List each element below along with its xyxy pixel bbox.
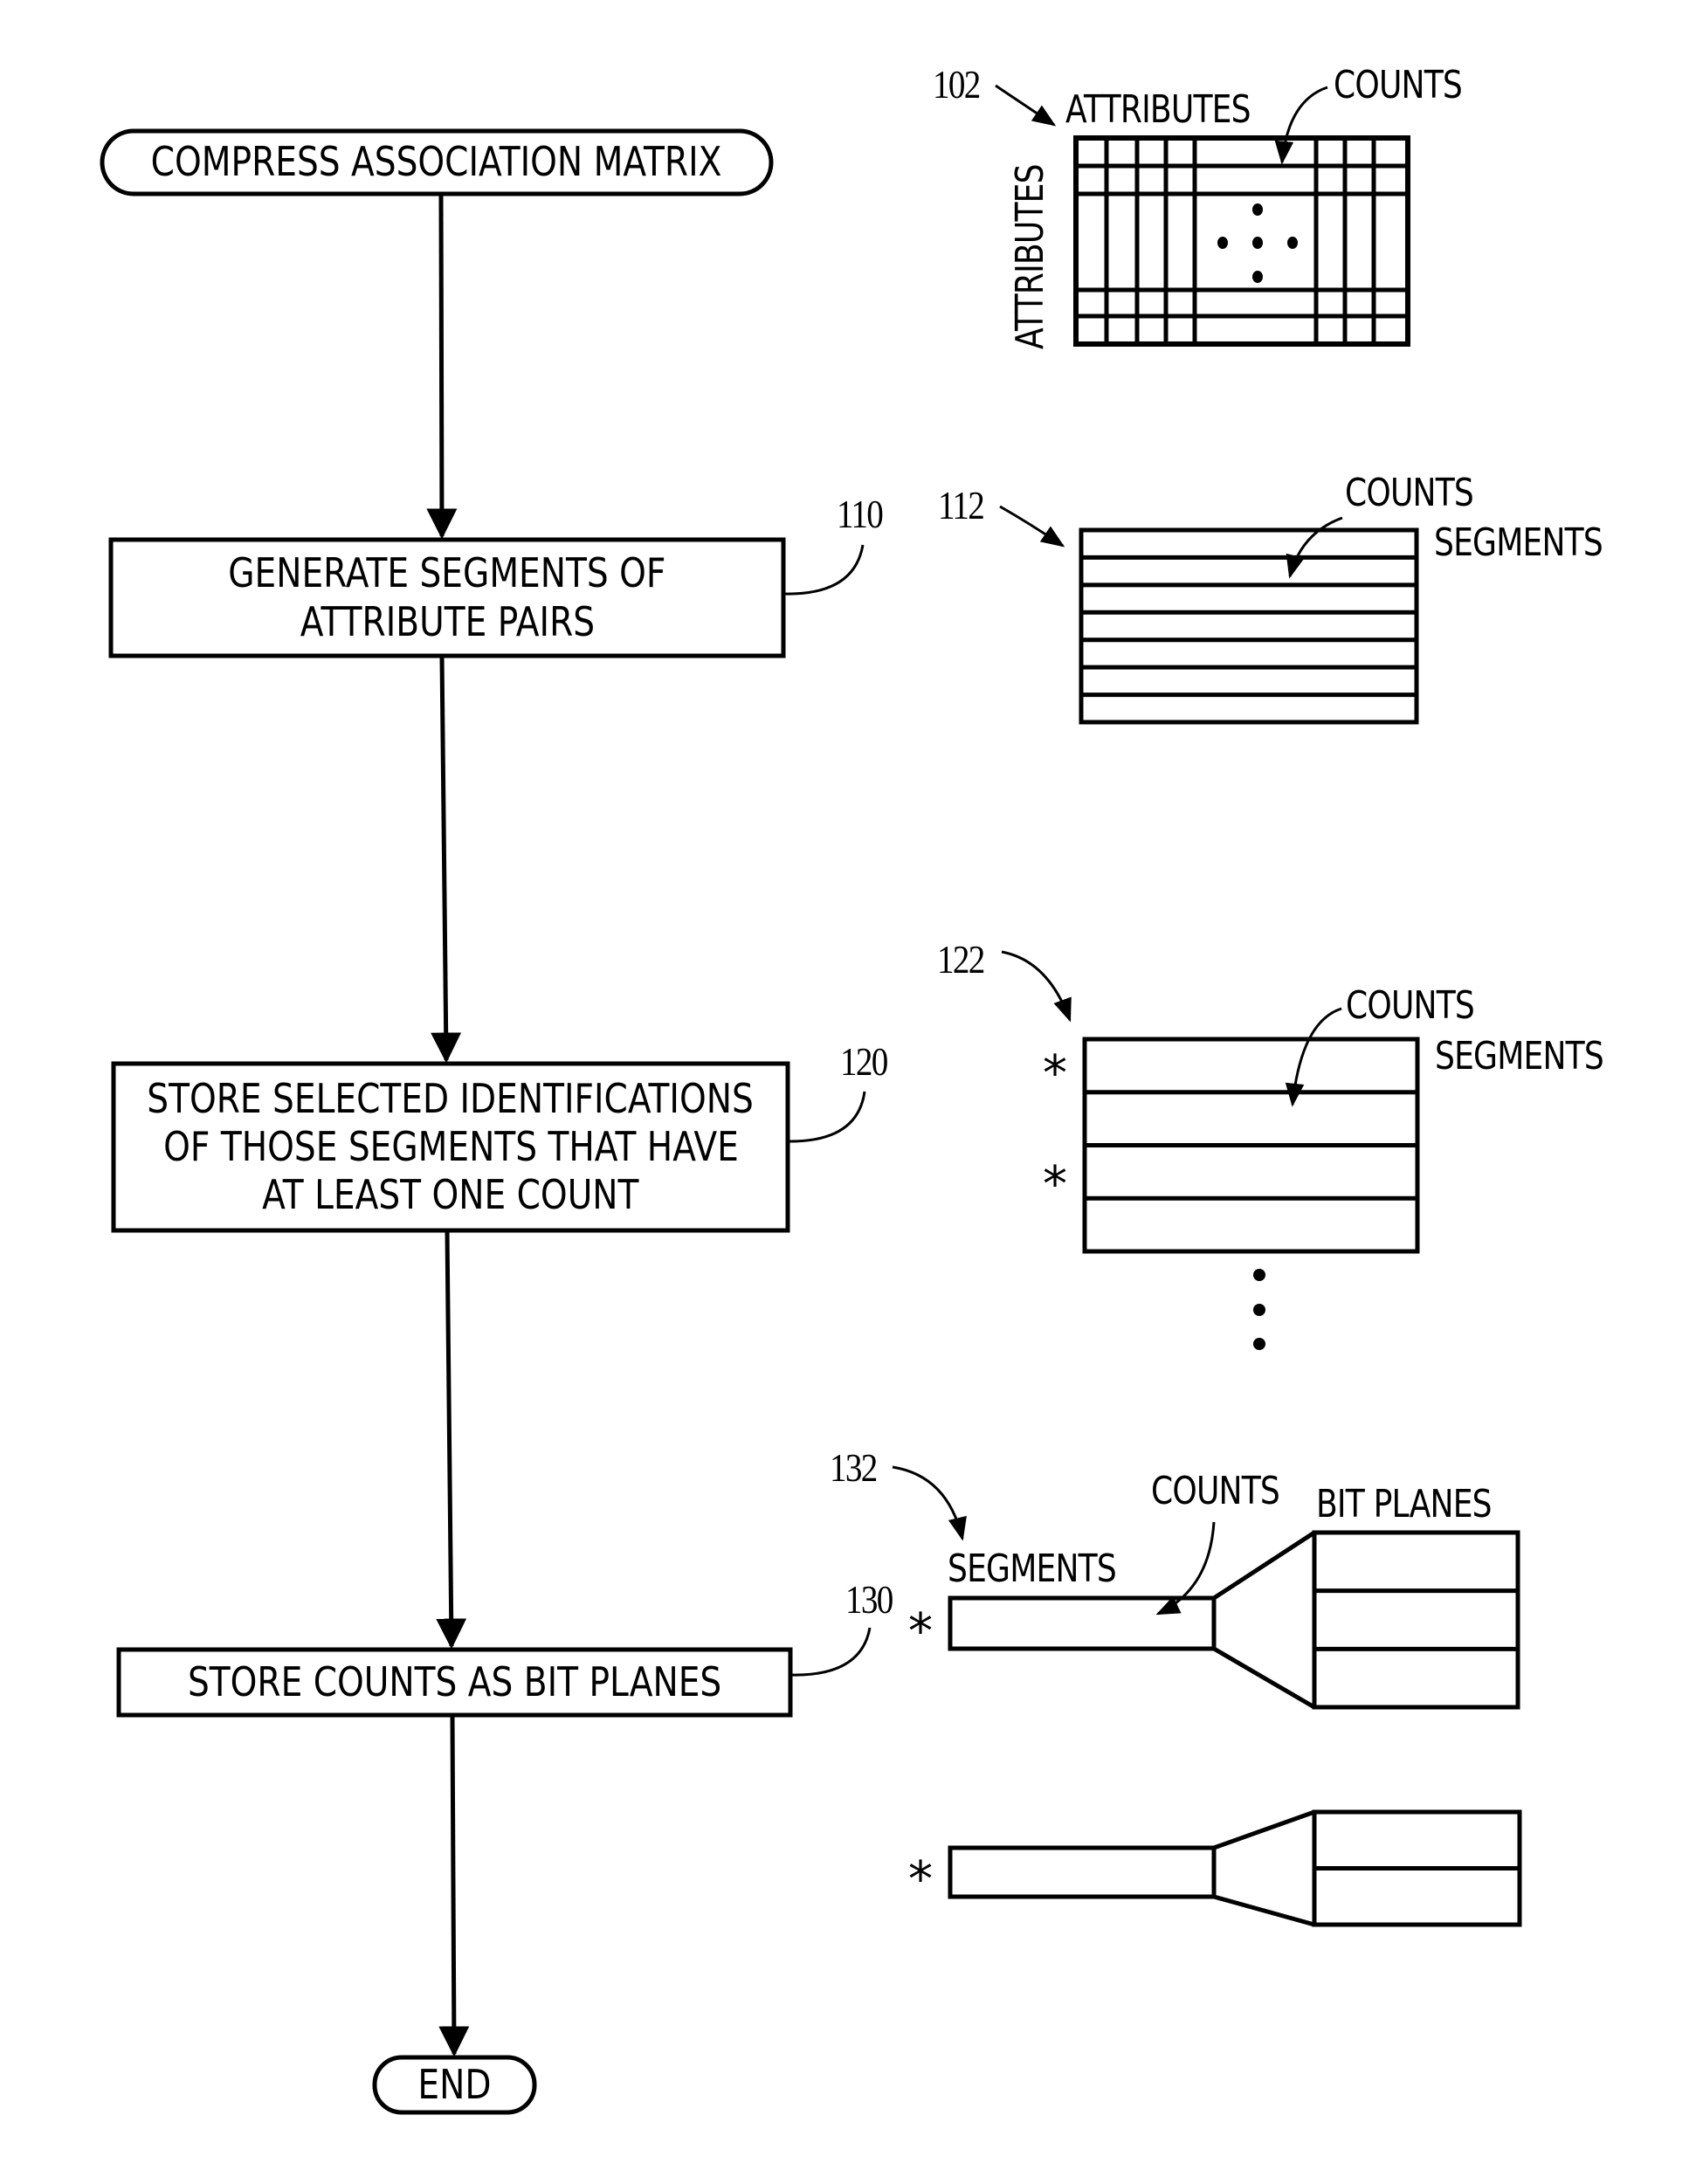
start-label: COMPRESS ASSOCIATION MATRIX xyxy=(151,138,722,186)
selected-segments-table-122 xyxy=(1082,1037,1420,1254)
pointer-102 xyxy=(995,84,1057,127)
segment-bar xyxy=(948,1845,1217,1899)
bit-planes-illustration-132 xyxy=(948,1530,1522,1927)
bit-plane-stack xyxy=(1312,1530,1520,1710)
segments-122-side-label: SEGMENTS xyxy=(1435,1034,1604,1078)
ellipsis-dot xyxy=(1253,1304,1265,1316)
leader-120 xyxy=(787,1091,866,1143)
pointer-132 xyxy=(892,1465,967,1541)
funnel-edge xyxy=(1212,1530,1316,1601)
ref-110: 110 xyxy=(837,492,884,536)
leader-110 xyxy=(783,544,865,596)
pointer-112 xyxy=(999,505,1065,548)
marker-asterisk: * xyxy=(1043,1045,1067,1102)
ref-120: 120 xyxy=(840,1039,888,1084)
segments-112-side-label: SEGMENTS xyxy=(1434,520,1603,565)
association-matrix xyxy=(1073,135,1410,347)
matrix-ellipsis-dot xyxy=(1217,237,1228,249)
ellipsis-dot xyxy=(1253,1338,1265,1350)
matrix-ellipsis-dot xyxy=(1287,237,1298,249)
matrix-ellipsis-dot xyxy=(1252,237,1263,249)
marker-asterisk: * xyxy=(908,1603,933,1660)
ref-112: 112 xyxy=(938,483,985,527)
end-label: END xyxy=(417,2060,492,2108)
bitplanes-counts-label: COUNTS xyxy=(1151,1469,1280,1513)
step-120-text: STORE SELECTED IDENTIFICATIONS OF THOSE … xyxy=(147,1074,755,1219)
ref-132: 132 xyxy=(830,1445,878,1490)
matrix-ellipsis-dot xyxy=(1252,271,1263,283)
segments-122-counts-label: COUNTS xyxy=(1346,983,1475,1028)
segments-table-112 xyxy=(1079,527,1419,725)
connector-130-to-end xyxy=(438,1714,470,2057)
funnel-edge xyxy=(1213,1809,1315,1850)
ref-130: 130 xyxy=(845,1577,893,1622)
funnel-edge xyxy=(1212,1646,1316,1710)
bitplanes-label: BIT PLANES xyxy=(1316,1482,1493,1526)
connector-110-to-120 xyxy=(431,655,462,1064)
segments-112-counts-label: COUNTS xyxy=(1345,471,1474,515)
pointer-122 xyxy=(1001,950,1072,1023)
step-110-text: GENERATE SEGMENTS OF ATTRIBUTE PAIRS xyxy=(228,549,666,645)
marker-asterisk: * xyxy=(1043,1156,1067,1213)
marker-asterisk: * xyxy=(908,1851,933,1908)
connector-start-to-110 xyxy=(426,193,458,540)
matrix-counts-label: COUNTS xyxy=(1334,63,1463,107)
ref-102: 102 xyxy=(933,62,981,107)
patent-figure: COMPRESS ASSOCIATION MATRIX GENERATE SEG… xyxy=(0,0,1696,2184)
ref-122: 122 xyxy=(937,937,985,982)
leader-130 xyxy=(789,1627,872,1677)
matrix-ellipsis-dot xyxy=(1252,203,1263,216)
matrix-top-label: ATTRIBUTES xyxy=(1065,87,1251,132)
funnel-edge xyxy=(1213,1894,1315,1927)
ellipsis-dot xyxy=(1253,1269,1265,1281)
bitplanes-segments-label: SEGMENTS xyxy=(948,1547,1117,1591)
step-130-text: STORE COUNTS AS BIT PLANES xyxy=(187,1657,722,1705)
connector-120-to-130 xyxy=(436,1230,467,1650)
matrix-side-label: ATTRIBUTES xyxy=(1008,164,1052,349)
